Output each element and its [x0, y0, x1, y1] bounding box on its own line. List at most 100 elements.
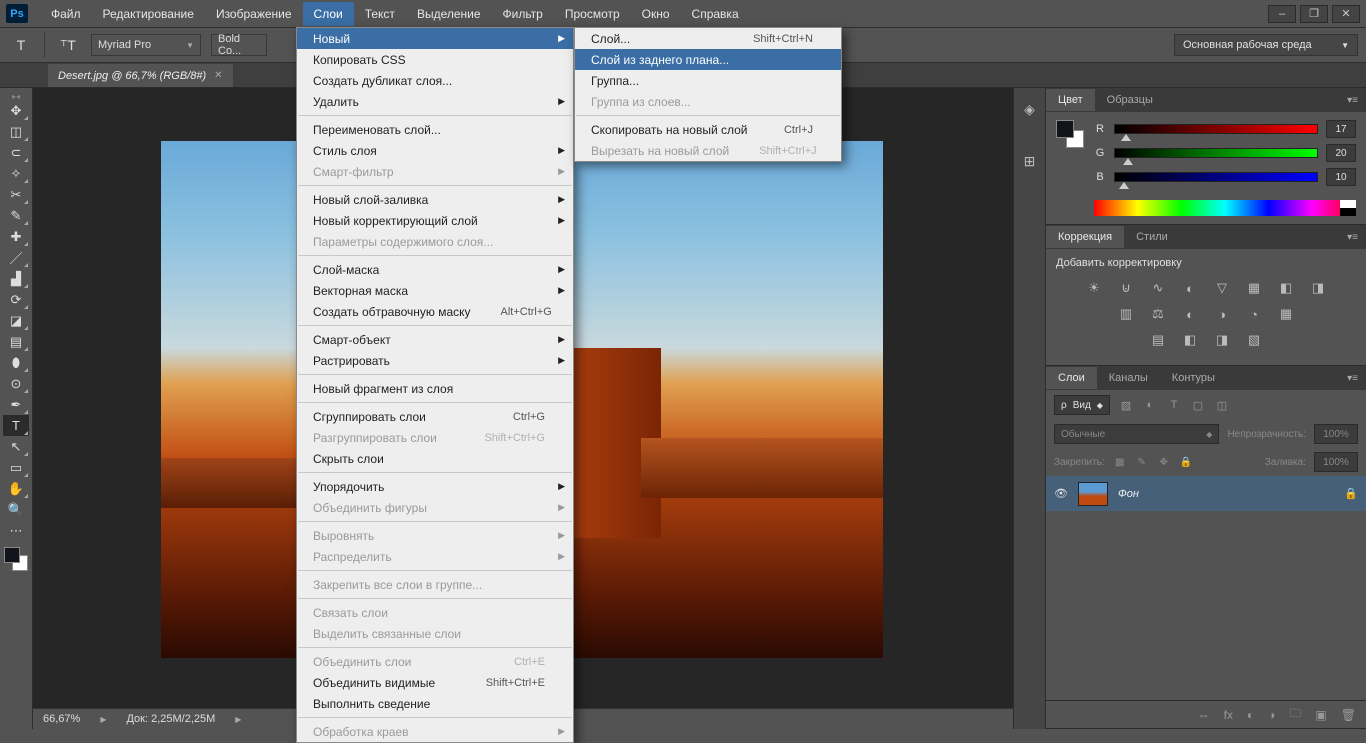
posterize-icon[interactable]: ◔ — [1244, 305, 1264, 323]
r-value[interactable]: 17 — [1326, 120, 1356, 138]
window-close-button[interactable]: ✕ — [1332, 5, 1360, 23]
menu-item[interactable]: Скрыть слои — [297, 448, 573, 469]
panel-menu-icon[interactable]: ▾≡ — [1339, 373, 1366, 384]
menu-item[interactable]: Новый фрагмент из слоя — [297, 378, 573, 399]
menu-select[interactable]: Выделение — [406, 2, 492, 26]
menu-item[interactable]: Слой...Shift+Ctrl+N — [575, 28, 841, 49]
zoom-tool[interactable]: 🔍 — [3, 499, 29, 520]
lock-position-icon[interactable]: ✥ — [1157, 455, 1171, 469]
marquee-tool[interactable]: ◫ — [3, 121, 29, 142]
layer-row[interactable]: 👁 Фон 🔒 — [1046, 476, 1366, 511]
exposure-icon[interactable]: ◐ — [1180, 279, 1200, 297]
edit-toolbar[interactable]: ⋯ — [3, 520, 29, 541]
menu-file[interactable]: Файл — [40, 2, 92, 26]
pen-tool[interactable]: ✒ — [3, 394, 29, 415]
adj-icon[interactable]: ▧ — [1244, 331, 1264, 349]
tab-swatches[interactable]: Образцы — [1095, 89, 1165, 111]
lock-transparent-icon[interactable]: ▩ — [1113, 455, 1127, 469]
menu-filter[interactable]: Фильтр — [492, 2, 554, 26]
threshold-icon[interactable]: ▦ — [1276, 305, 1296, 323]
dodge-tool[interactable]: ⊙ — [3, 373, 29, 394]
panel-menu-icon[interactable]: ▾≡ — [1339, 95, 1366, 106]
g-value[interactable]: 20 — [1326, 144, 1356, 162]
workspace-dropdown[interactable]: Основная рабочая среда▼ — [1174, 34, 1358, 56]
orientation-icon[interactable]: ⸆T — [55, 32, 81, 58]
lock-pixels-icon[interactable]: ✎ — [1135, 455, 1149, 469]
group-icon[interactable]: 🗀 — [1289, 704, 1301, 725]
eraser-tool[interactable]: ◪ — [3, 310, 29, 331]
levels-icon[interactable]: ⊍ — [1116, 279, 1136, 297]
blur-tool[interactable]: ⬮ — [3, 352, 29, 373]
bw-icon[interactable]: ◨ — [1308, 279, 1328, 297]
document-tab[interactable]: Desert.jpg @ 66,7% (RGB/8#) ✕ — [48, 64, 233, 87]
properties-panel-icon[interactable]: ⊞ — [1019, 150, 1041, 172]
filter-adj-icon[interactable]: ◐ — [1142, 397, 1158, 413]
eyedropper-tool[interactable]: ✎ — [3, 205, 29, 226]
tab-adjustments[interactable]: Коррекция — [1046, 226, 1124, 248]
menu-item[interactable]: Создать дубликат слоя... — [297, 70, 573, 91]
channelmixer-icon[interactable]: ⚖ — [1148, 305, 1168, 323]
menu-edit[interactable]: Редактирование — [92, 2, 205, 26]
tool-preset-icon[interactable]: T — [8, 32, 34, 58]
gradient-tool[interactable]: ▤ — [3, 331, 29, 352]
path-select-tool[interactable]: ↖ — [3, 436, 29, 457]
link-layers-icon[interactable]: ⇔ — [1198, 708, 1210, 722]
brush-tool[interactable]: ／ — [3, 247, 29, 268]
r-slider[interactable] — [1114, 124, 1318, 134]
menu-item[interactable]: Переименовать слой... — [297, 119, 573, 140]
layer-thumbnail[interactable] — [1078, 482, 1108, 506]
menu-item[interactable]: Выполнить сведение — [297, 693, 573, 714]
menu-item[interactable]: Копировать CSS — [297, 49, 573, 70]
menu-item[interactable]: Новый▶ — [297, 28, 573, 49]
delete-layer-icon[interactable]: 🗑 — [1341, 708, 1356, 722]
menu-item[interactable]: Растрировать▶ — [297, 350, 573, 371]
selective-color-icon[interactable]: ◧ — [1180, 331, 1200, 349]
stamp-tool[interactable]: ▟ — [3, 268, 29, 289]
tab-channels[interactable]: Каналы — [1097, 367, 1160, 389]
healing-tool[interactable]: ✚ — [3, 226, 29, 247]
hand-tool[interactable]: ✋ — [3, 478, 29, 499]
tab-layers[interactable]: Слои — [1046, 367, 1097, 389]
lock-all-icon[interactable]: 🔒 — [1179, 455, 1193, 469]
hue-icon[interactable]: ▦ — [1244, 279, 1264, 297]
visibility-icon[interactable]: 👁 — [1054, 487, 1068, 500]
menu-item[interactable]: Слой-маска▶ — [297, 259, 573, 280]
menu-item[interactable]: Группа... — [575, 70, 841, 91]
menu-item[interactable]: Новый корректирующий слой▶ — [297, 210, 573, 231]
vibrance-icon[interactable]: ▽ — [1212, 279, 1232, 297]
brightness-icon[interactable]: ☀ — [1084, 279, 1104, 297]
filter-type-icon[interactable]: T — [1166, 397, 1182, 413]
opacity-value[interactable]: 100% — [1314, 424, 1358, 444]
font-style-dropdown[interactable]: Bold Co... — [211, 34, 267, 56]
photofilter-icon[interactable]: ▥ — [1116, 305, 1136, 323]
move-tool[interactable]: ✥ — [3, 100, 29, 121]
menu-item[interactable]: Слой из заднего плана... — [575, 49, 841, 70]
menu-help[interactable]: Справка — [681, 2, 750, 26]
blend-mode-dropdown[interactable]: Обычные◆ — [1054, 424, 1219, 444]
history-brush-tool[interactable]: ⟳ — [3, 289, 29, 310]
menu-item[interactable]: Стиль слоя▶ — [297, 140, 573, 161]
adj-icon[interactable]: ◨ — [1212, 331, 1232, 349]
filter-shape-icon[interactable]: ▢ — [1190, 397, 1206, 413]
color-panel-swatches[interactable] — [1056, 120, 1084, 148]
invert-icon[interactable]: ◑ — [1212, 305, 1232, 323]
mask-icon[interactable]: ◐ — [1247, 708, 1254, 722]
menu-view[interactable]: Просмотр — [554, 2, 631, 26]
gradient-map-icon[interactable]: ▤ — [1148, 331, 1168, 349]
colorlookup-icon[interactable]: ◐ — [1180, 305, 1200, 323]
magic-wand-tool[interactable]: ✧ — [3, 163, 29, 184]
filter-smart-icon[interactable]: ◫ — [1214, 397, 1230, 413]
foreground-color-swatch[interactable] — [4, 547, 20, 563]
adjustment-layer-icon[interactable]: ◑ — [1268, 708, 1275, 722]
colorbalance-icon[interactable]: ◧ — [1276, 279, 1296, 297]
layer-name[interactable]: Фон — [1118, 488, 1139, 500]
g-slider[interactable] — [1114, 148, 1318, 158]
type-tool[interactable]: T — [3, 415, 29, 436]
menu-item[interactable]: Удалить▶ — [297, 91, 573, 112]
history-panel-icon[interactable]: ◈ — [1019, 98, 1041, 120]
menu-item[interactable]: Упорядочить▶ — [297, 476, 573, 497]
tab-paths[interactable]: Контуры — [1160, 367, 1227, 389]
window-restore-button[interactable]: ❐ — [1300, 5, 1328, 23]
rectangle-tool[interactable]: ▭ — [3, 457, 29, 478]
tab-color[interactable]: Цвет — [1046, 89, 1095, 111]
